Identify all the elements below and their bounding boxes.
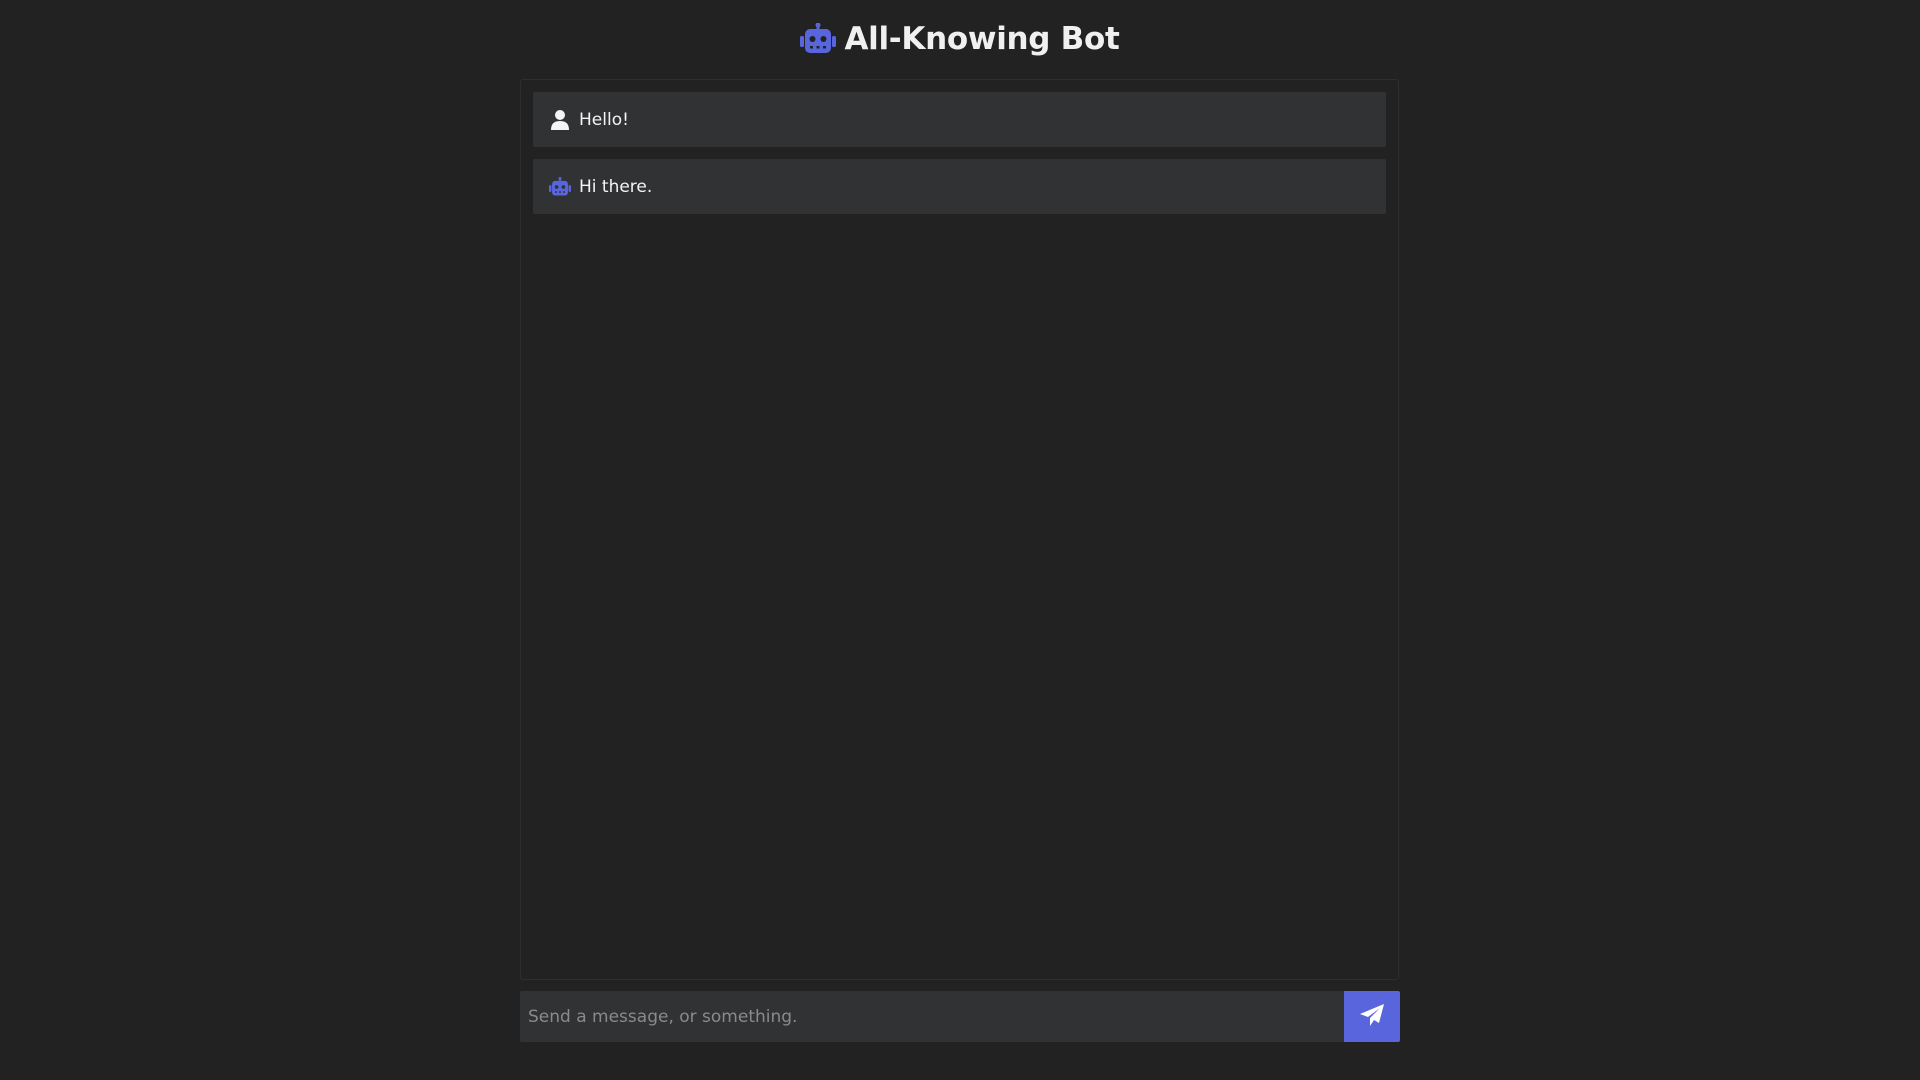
message-composer — [520, 991, 1400, 1042]
robot-icon — [549, 176, 571, 198]
chat-app: All-Knowing Bot Hello! Hi there. Send a … — [0, 0, 1920, 1080]
message-input[interactable] — [520, 991, 1344, 1042]
user-icon — [549, 109, 571, 131]
user-message: Hello! — [533, 92, 1386, 147]
chat-history[interactable]: Hello! Hi there. — [520, 79, 1399, 980]
bot-message: Hi there. — [533, 159, 1386, 214]
message-text: Hi there. — [579, 176, 653, 197]
header: All-Knowing Bot — [0, 0, 1920, 78]
robot-icon — [800, 21, 837, 57]
page-title: All-Knowing Bot — [844, 21, 1120, 57]
message-text: Hello! — [579, 109, 629, 130]
paper-plane-icon — [1359, 1003, 1385, 1030]
send-button[interactable] — [1344, 991, 1400, 1042]
